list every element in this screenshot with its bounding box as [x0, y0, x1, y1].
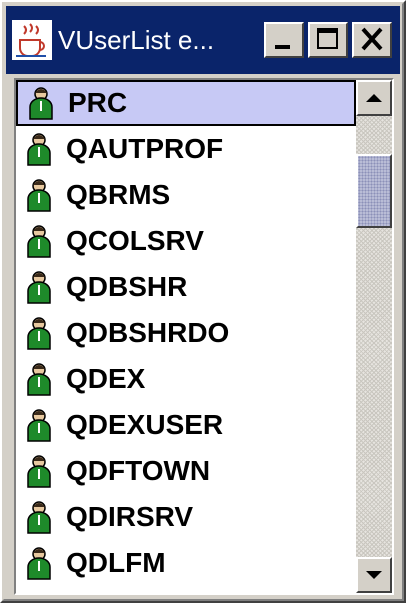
- minimize-button[interactable]: [264, 22, 304, 58]
- list-item-label: QAUTPROF: [66, 133, 224, 164]
- list-item[interactable]: QBRMS: [16, 172, 356, 218]
- list-item[interactable]: QCOLSRV: [16, 218, 356, 264]
- scroll-down-button[interactable]: [356, 557, 392, 593]
- list-item-label: QDEXUSER: [66, 409, 224, 440]
- scrollbar-thumb[interactable]: [356, 154, 392, 228]
- list-item[interactable]: QDFTOWN: [16, 448, 356, 494]
- window-title: VUserList e...: [58, 24, 215, 55]
- down-arrow-icon: [366, 571, 382, 579]
- list-item-label: PRC: [68, 87, 128, 118]
- maximize-icon: [317, 28, 338, 49]
- list-item-label: QDIRSRV: [66, 501, 194, 532]
- list-item-label: QBRMS: [66, 179, 171, 210]
- list-item[interactable]: QAUTPROF: [16, 126, 356, 172]
- list-item[interactable]: QDEX: [16, 356, 356, 402]
- user-person-icon: [24, 408, 54, 442]
- list-item[interactable]: QDIRSRV: [16, 494, 356, 540]
- list-item[interactable]: QDBSHRDO: [16, 310, 356, 356]
- list-item[interactable]: QDEXUSER: [16, 402, 356, 448]
- list-item-label: QDLFM: [66, 547, 166, 578]
- java-coffee-cup-icon[interactable]: [12, 20, 52, 60]
- close-icon: [361, 27, 383, 51]
- vertical-scrollbar[interactable]: [356, 80, 392, 593]
- minimize-icon: [275, 45, 290, 49]
- user-list[interactable]: PRC QAUTPROF QBRMS QCOLSRV QDBSHR QDBSHRDO QDE…: [16, 80, 356, 593]
- list-item[interactable]: QDBSHR: [16, 264, 356, 310]
- user-person-icon: [24, 362, 54, 396]
- user-person-icon: [24, 178, 54, 212]
- user-person-icon: [24, 224, 54, 258]
- list-item-label: QCOLSRV: [66, 225, 204, 256]
- user-person-icon: [24, 454, 54, 488]
- user-list-pane: PRC QAUTPROF QBRMS QCOLSRV QDBSHR QDBSHRDO QDE…: [14, 78, 394, 595]
- user-person-icon: [24, 546, 54, 580]
- up-arrow-icon: [366, 94, 382, 102]
- user-person-icon: [24, 316, 54, 350]
- list-item-label: QDEX: [66, 363, 146, 394]
- user-person-icon: [24, 500, 54, 534]
- list-item-label: QDBSHRDO: [66, 317, 230, 348]
- user-person-icon: [24, 132, 54, 166]
- list-item[interactable]: QDLFM: [16, 540, 356, 586]
- close-button[interactable]: [352, 22, 392, 58]
- title-bar[interactable]: VUserList e...: [6, 6, 400, 74]
- maximize-button[interactable]: [308, 22, 348, 58]
- user-person-icon: [24, 270, 54, 304]
- user-person-icon: [26, 86, 56, 120]
- list-item-label: QDBSHR: [66, 271, 188, 302]
- list-item[interactable]: PRC: [16, 80, 356, 126]
- scroll-up-button[interactable]: [356, 80, 392, 116]
- list-item-label: QDFTOWN: [66, 455, 211, 486]
- app-window: VUserList e... PRC QAUTPROF QBRMS QCOLSRV QD…: [0, 0, 406, 603]
